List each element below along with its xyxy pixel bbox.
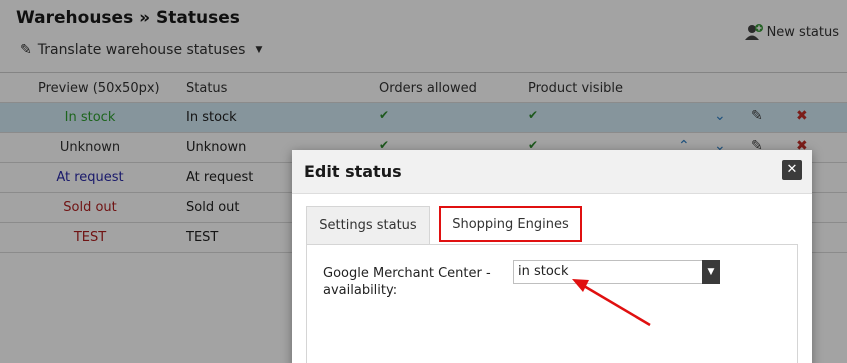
annotation-arrow bbox=[572, 279, 651, 327]
